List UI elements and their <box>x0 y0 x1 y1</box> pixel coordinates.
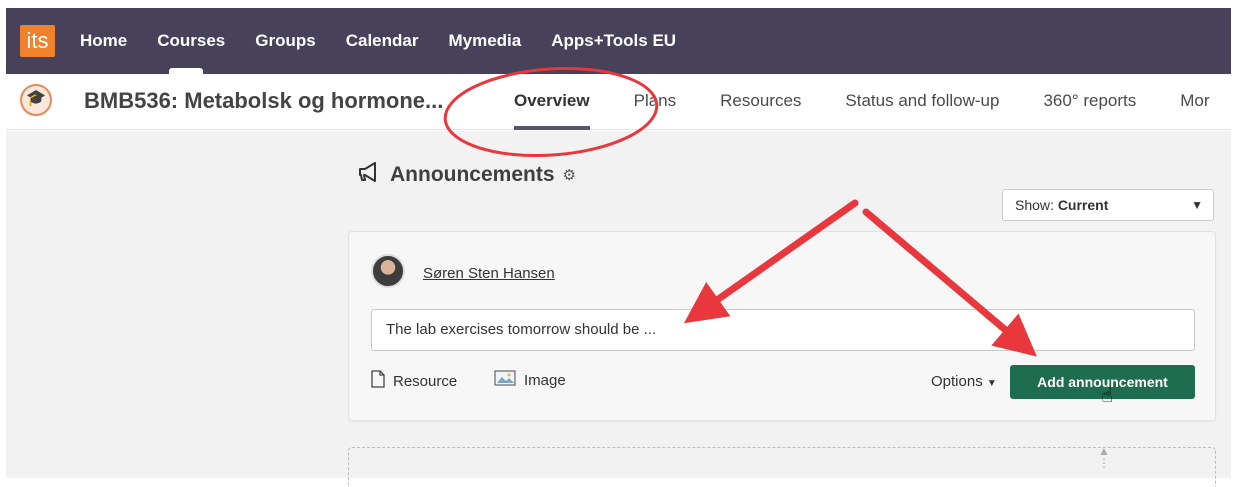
tab-overview[interactable]: Overview <box>514 74 590 130</box>
course-tabs: Overview Plans Resources Status and foll… <box>514 74 1243 130</box>
chevron-down-icon: ▼ <box>1191 198 1203 212</box>
course-title[interactable]: BMB536: Metabolsk og hormone... <box>84 88 443 114</box>
graduation-cap-icon: 🎓 <box>20 84 52 116</box>
top-navigation-bar: its Home Courses Groups Calendar Mymedia… <box>6 8 1231 74</box>
nav-calendar[interactable]: Calendar <box>346 8 419 74</box>
file-icon <box>371 370 385 393</box>
show-filter-prefix: Show: <box>1015 197 1058 213</box>
drag-handle-icon[interactable]: ▲ ⋮ <box>1098 445 1110 469</box>
its-logo[interactable]: its <box>20 25 55 57</box>
nav-groups[interactable]: Groups <box>255 8 315 74</box>
nav-mymedia[interactable]: Mymedia <box>448 8 521 74</box>
top-nav: Home Courses Groups Calendar Mymedia App… <box>80 8 706 74</box>
announcements-heading: Announcements ⚙ <box>358 162 576 188</box>
add-image-button[interactable]: Image <box>494 370 566 391</box>
megaphone-icon <box>358 162 382 188</box>
show-filter-value: Current <box>1057 197 1109 213</box>
image-icon <box>494 370 516 391</box>
new-announcement-card: Søren Sten Hansen The lab exercises tomo… <box>348 231 1216 421</box>
nav-apps-tools[interactable]: Apps+Tools EU <box>551 8 676 74</box>
chevron-down-icon: ▼ <box>986 378 997 389</box>
announcements-title: Announcements <box>390 163 555 186</box>
announcement-list-placeholder <box>348 447 1216 487</box>
tab-status-follow-up[interactable]: Status and follow-up <box>845 74 999 130</box>
tab-360-reports[interactable]: 360° reports <box>1043 74 1136 130</box>
image-label: Image <box>524 372 566 389</box>
course-header: 🎓 BMB536: Metabolsk og hormone... Overvi… <box>6 74 1231 130</box>
hand-cursor-icon: ☝ <box>1101 385 1114 407</box>
resource-label: Resource <box>393 373 458 390</box>
nav-courses[interactable]: Courses <box>157 8 225 74</box>
author-link[interactable]: Søren Sten Hansen <box>423 265 555 282</box>
add-resource-button[interactable]: Resource <box>371 370 457 393</box>
options-dropdown[interactable]: Options ▼ <box>931 373 997 390</box>
tab-more[interactable]: Mor <box>1180 74 1209 130</box>
options-label: Options <box>931 373 983 390</box>
main-content: Announcements ⚙ Show: Current ▼ Søren St… <box>6 131 1231 487</box>
announcement-input[interactable]: The lab exercises tomorrow should be ... <box>371 309 1195 351</box>
show-filter-select[interactable]: Show: Current ▼ <box>1002 189 1214 221</box>
avatar <box>371 254 405 288</box>
tab-plans[interactable]: Plans <box>634 74 677 130</box>
gear-icon[interactable]: ⚙ <box>563 166 576 184</box>
tab-resources[interactable]: Resources <box>720 74 801 130</box>
nav-home[interactable]: Home <box>80 8 127 74</box>
